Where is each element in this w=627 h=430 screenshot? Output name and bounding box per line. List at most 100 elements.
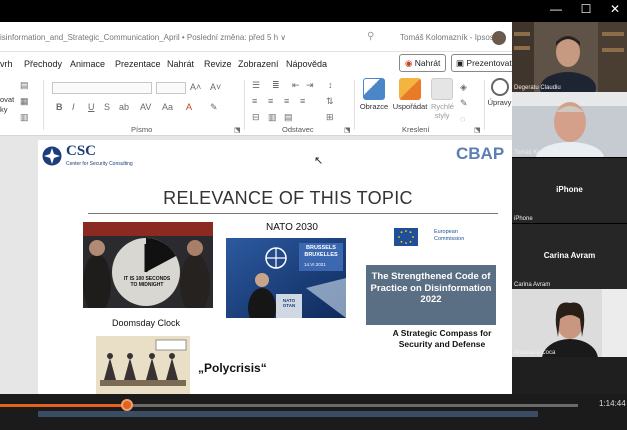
present-button[interactable]: ▣ Prezentovat v — [451, 54, 512, 72]
present-label: Prezentovat v — [466, 58, 512, 68]
participant-tile[interactable]: iPhone iPhone — [512, 157, 627, 223]
shape-effects-icon[interactable]: ◌ — [460, 114, 465, 124]
seek-bar[interactable] — [0, 399, 578, 411]
find-icon — [490, 78, 509, 96]
ribbon: ▤ ▦ ▥ ovat ky A˄ A˅ B I U S ab AV Aa A ✎… — [0, 74, 512, 136]
present-icon: ▣ — [456, 58, 465, 68]
strikethrough-icon[interactable]: S — [104, 102, 110, 112]
change-case-icon[interactable]: Aa — [162, 102, 173, 112]
participant-name: iPhone — [514, 216, 533, 222]
smartart-icon[interactable]: ⊞ — [326, 112, 334, 123]
arrange-label: Uspořádat — [392, 102, 428, 111]
record-button[interactable]: ◉ Nahrát — [399, 54, 447, 72]
shrink-font-icon[interactable]: A˅ — [210, 82, 221, 92]
arrange-button[interactable]: Uspořádat — [392, 78, 428, 111]
avatar[interactable] — [492, 31, 506, 45]
shapes-icon — [363, 78, 385, 100]
font-dialog-icon[interactable]: ⬔ — [234, 126, 241, 134]
participant-tile[interactable]: Anamaria Coca — [512, 289, 627, 357]
columns-icon[interactable]: ▥ — [268, 112, 277, 123]
align-center-icon[interactable]: ≡ — [268, 96, 273, 106]
brussels-text: BRUSSELS BRUXELLES — [304, 245, 338, 258]
tab-help[interactable]: Nápověda — [286, 59, 327, 69]
drawing-dialog-icon[interactable]: ⬔ — [474, 126, 481, 134]
polycrisis-image — [96, 336, 190, 394]
participant-center-name: iPhone — [556, 184, 583, 194]
nato-summit-photo: BRUSSELS BRUXELLES 14.VI.2021 NATO OTAN — [226, 238, 346, 318]
align-left-icon[interactable]: ≡ — [252, 96, 257, 106]
user-name[interactable]: Tomáš Kolomazník - Ipsos — [400, 33, 494, 42]
tab-animations[interactable]: Animace — [70, 59, 105, 69]
justify-icon[interactable]: ≡ — [300, 96, 305, 106]
outdent-icon[interactable]: ⇥ — [306, 80, 314, 91]
doomsday-clock-photo: IT IS 100 SECONDS TO MIDNIGHT — [83, 222, 213, 308]
eu-flag-icon — [394, 228, 418, 246]
editing-label: Úpravy — [487, 98, 512, 107]
highlight-icon[interactable]: ✎ — [210, 102, 218, 113]
participant-tile[interactable]: Carina Avram Carina Avram — [512, 223, 627, 289]
shape-outline-icon[interactable]: ✎ — [460, 98, 468, 109]
font-color-icon[interactable]: A — [186, 102, 192, 112]
layout-icon[interactable]: ▤ — [20, 80, 29, 91]
font-name-input[interactable] — [52, 82, 152, 94]
mouse-pointer-icon: ↖ — [314, 155, 324, 167]
indent-icon[interactable]: ⇤ — [292, 80, 300, 91]
participant-video — [512, 289, 627, 357]
search-icon[interactable]: ⚲ — [367, 31, 374, 42]
shapes-button[interactable]: Obrazce — [358, 78, 390, 111]
csc-name: CSC — [66, 143, 97, 159]
tab-transitions[interactable]: Přechody — [24, 59, 62, 69]
char-spacing-icon[interactable]: AV — [140, 102, 151, 112]
seek-handle[interactable] — [121, 399, 134, 411]
powerpoint-window: isinformation_and_Strategic_Communicatio… — [0, 22, 512, 394]
tab-view[interactable]: Zobrazení — [238, 59, 279, 69]
editing-button[interactable]: Úpravy — [487, 78, 512, 107]
ribbon-tabs: vrh Přechody Animace Prezentace Nahrát R… — [0, 52, 512, 74]
participant-video — [512, 92, 627, 157]
text-direction-icon[interactable]: ⇅ — [326, 96, 334, 107]
line-spacing-icon[interactable]: ↕ — [328, 80, 333, 90]
section-icon[interactable]: ▥ — [20, 112, 29, 123]
shape-fill-icon[interactable]: ◈ — [460, 82, 467, 93]
reset-icon[interactable]: ▦ — [20, 96, 29, 107]
tab-review[interactable]: Revize — [204, 59, 232, 69]
font-size-input[interactable] — [156, 82, 186, 94]
bold-icon[interactable]: B — [56, 102, 63, 112]
text-shadow-icon[interactable]: ab — [119, 102, 129, 112]
eu-commission-label: European Commission — [434, 229, 465, 242]
new-slide-label[interactable]: ovat — [0, 95, 14, 104]
participant-name: Anamaria Coca — [514, 350, 556, 356]
bullets-icon[interactable]: ☰ — [252, 80, 260, 91]
code-of-practice-box: The Strengthened Code of Practice on Dis… — [366, 265, 496, 325]
tab-slideshow[interactable]: Prezentace — [115, 59, 161, 69]
underline-icon[interactable]: U — [88, 102, 95, 112]
group-label-drawing: Kreslení — [402, 125, 430, 134]
polycrisis-cartoon — [96, 336, 190, 394]
numbering-icon[interactable]: ≣ — [272, 80, 280, 91]
minimize-icon[interactable]: — — [544, 2, 568, 16]
align-right-icon[interactable]: ≡ — [284, 96, 289, 106]
italic-icon[interactable]: I — [72, 102, 75, 112]
tab-design[interactable]: vrh — [0, 59, 13, 69]
close-icon[interactable]: ✕ — [603, 2, 627, 16]
participant-tile[interactable]: Tomáš Kolomazník — [512, 92, 627, 157]
maximize-icon[interactable]: ☐ — [574, 2, 598, 16]
screen: — ☐ ✕ isinformation_and_Strategic_Commun… — [0, 0, 627, 430]
align-text-icon[interactable]: ⊟ — [252, 112, 260, 123]
elapsed-time: 1:14:44 — [599, 399, 626, 408]
distribute-icon[interactable]: ▤ — [284, 112, 293, 123]
new-slide-label-2[interactable]: ky — [0, 105, 8, 114]
slide-canvas: CSC Center for Security Consulting CBAP … — [0, 136, 512, 394]
cbap-logo: CBAP — [456, 144, 505, 163]
quick-styles-button[interactable]: Rychlé styly — [428, 78, 456, 120]
slide-bottom-strip — [38, 411, 538, 417]
participant-tile[interactable]: Degeratu Claudiu — [512, 22, 627, 92]
slide[interactable]: CSC Center for Security Consulting CBAP … — [38, 140, 512, 394]
video-player-bar: 1:14:44 — [0, 394, 627, 430]
group-label-font: Písmo — [131, 125, 153, 134]
document-title[interactable]: isinformation_and_Strategic_Communicatio… — [0, 33, 286, 42]
shapes-label: Obrazce — [359, 102, 389, 111]
paragraph-dialog-icon[interactable]: ⬔ — [344, 126, 351, 134]
tab-record[interactable]: Nahrát — [167, 59, 194, 69]
grow-font-icon[interactable]: A˄ — [190, 82, 201, 92]
